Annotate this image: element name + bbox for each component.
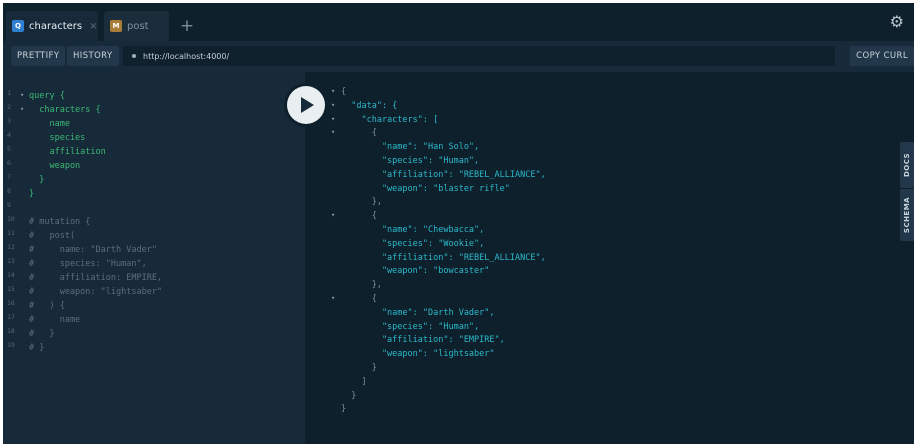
fold-arrow-icon[interactable]: ▾ xyxy=(331,211,335,219)
code-line: weapon xyxy=(29,161,81,171)
endpoint-url: http://localhost:4000/ xyxy=(143,51,230,61)
gear-icon[interactable]: ⚙ xyxy=(890,12,904,31)
tab-label: characters xyxy=(29,20,83,32)
result-line: "affiliation": "EMPIRE", xyxy=(341,335,505,346)
line-number: 17 xyxy=(7,313,15,321)
toolbar: PRETTIFY HISTORY http://localhost:4000/ … xyxy=(3,41,914,72)
line-number: 9 xyxy=(7,201,11,209)
result-line: "species": "Human", xyxy=(341,321,480,332)
copy-curl-button[interactable]: COPY CURL xyxy=(850,46,914,66)
fold-arrow-icon[interactable]: ▾ xyxy=(331,294,335,302)
result-line: ] xyxy=(341,376,367,387)
code-line: # weapon: "lightsaber" xyxy=(29,287,163,297)
line-number: 14 xyxy=(7,271,15,279)
tab-characters[interactable]: Q characters × xyxy=(6,11,98,41)
result-line: { xyxy=(341,294,377,304)
tab-bar: Q characters × M post + ⚙ xyxy=(3,3,914,41)
query-badge-icon: Q xyxy=(12,20,24,32)
endpoint-input[interactable]: http://localhost:4000/ xyxy=(123,46,835,66)
result-line: "characters": [ xyxy=(341,114,439,125)
code-line: # } xyxy=(29,329,55,339)
result-viewer: { "data": { "characters": [ { "name": "H… xyxy=(305,72,914,444)
line-number: 4 xyxy=(7,131,11,139)
line-number: 10 xyxy=(7,215,15,223)
code-line: # name xyxy=(29,315,81,325)
line-number: 18 xyxy=(7,327,15,335)
graphql-playground: Q characters × M post + ⚙ PRETTIFY HISTO… xyxy=(3,3,914,444)
code-line: species xyxy=(29,133,86,143)
result-line: "species": "Human", xyxy=(341,156,480,166)
line-number: 15 xyxy=(7,285,15,293)
result-line: "name": "Darth Vader", xyxy=(341,307,495,318)
tab-label: post xyxy=(127,20,149,32)
history-button[interactable]: HISTORY xyxy=(67,46,119,66)
line-number: 3 xyxy=(7,117,11,125)
result-line: "species": "Wookie", xyxy=(341,238,485,249)
fold-arrow-icon[interactable]: ▾ xyxy=(331,115,335,123)
result-line: } xyxy=(341,404,347,415)
result-line: "weapon": "lightsaber" xyxy=(341,349,495,360)
schema-tab[interactable]: SCHEMA xyxy=(900,189,914,241)
mutation-badge-icon: M xyxy=(110,20,122,32)
code-line: name xyxy=(29,119,70,129)
code-line: # affiliation: EMPIRE, xyxy=(29,273,163,283)
add-tab-button[interactable]: + xyxy=(175,14,199,38)
result-line: }, xyxy=(341,280,382,291)
line-number: 5 xyxy=(7,145,11,153)
line-number: 13 xyxy=(7,257,15,265)
code-line: query { xyxy=(29,91,65,101)
line-number: 11 xyxy=(7,229,15,237)
code-line: # mutation { xyxy=(29,217,91,227)
play-icon[interactable] xyxy=(287,86,325,124)
code-line: characters { xyxy=(29,105,101,115)
line-number: 1 xyxy=(7,89,11,97)
fold-arrow-icon[interactable]: ▾ xyxy=(331,87,335,95)
fold-arrow-icon[interactable]: ▾ xyxy=(331,101,335,109)
fold-arrow-icon[interactable]: ▾ xyxy=(331,128,335,136)
schema-label: SCHEMA xyxy=(903,196,912,234)
result-line: } xyxy=(341,363,377,373)
result-line: "name": "Chewbacca", xyxy=(341,225,485,235)
status-dot-icon xyxy=(132,54,136,58)
line-number: 7 xyxy=(7,173,11,181)
line-number: 19 xyxy=(7,341,15,349)
line-number: 16 xyxy=(7,299,15,307)
code-line: # ) { xyxy=(29,301,65,311)
result-line: "affiliation": "REBEL_ALLIANCE", xyxy=(341,169,546,180)
code-line: } xyxy=(29,189,35,199)
fold-arrow-icon[interactable]: ▾ xyxy=(20,91,24,99)
docs-tab[interactable]: DOCS xyxy=(900,142,914,188)
result-line: "data": { xyxy=(341,100,398,111)
result-line: "affiliation": "REBEL_ALLIANCE", xyxy=(341,252,546,263)
line-number: 12 xyxy=(7,243,15,251)
fold-arrow-icon[interactable]: ▾ xyxy=(20,105,24,113)
result-line: "name": "Han Solo", xyxy=(341,142,480,153)
code-line: # species: "Human", xyxy=(29,259,147,269)
prettify-button[interactable]: PRETTIFY xyxy=(11,46,66,66)
result-line: { xyxy=(341,211,377,222)
result-line: }, xyxy=(341,197,382,208)
line-number: 8 xyxy=(7,187,11,195)
result-line: { xyxy=(341,87,347,97)
query-editor[interactable]: 1 2 3 4 5 6 7 8 9 10 11 12 13 14 15 16 17 18 19 query { ch… xyxy=(3,72,305,444)
code-line: # } xyxy=(29,343,45,353)
code-line: } xyxy=(29,175,45,185)
docs-label: DOCS xyxy=(903,152,912,178)
close-tab-icon[interactable]: × xyxy=(89,21,97,32)
result-line: "weapon": "bowcaster" xyxy=(341,266,490,277)
line-number: 2 xyxy=(7,103,11,111)
result-line: "weapon": "blaster rifle" xyxy=(341,183,510,194)
code-line: # name: "Darth Vader" xyxy=(29,245,157,255)
tab-post[interactable]: M post xyxy=(104,11,169,41)
line-number: 6 xyxy=(7,159,11,167)
result-line: { xyxy=(341,128,377,139)
result-line: } xyxy=(341,390,357,401)
code-line: affiliation xyxy=(29,147,106,157)
code-line: # post( xyxy=(29,231,76,241)
